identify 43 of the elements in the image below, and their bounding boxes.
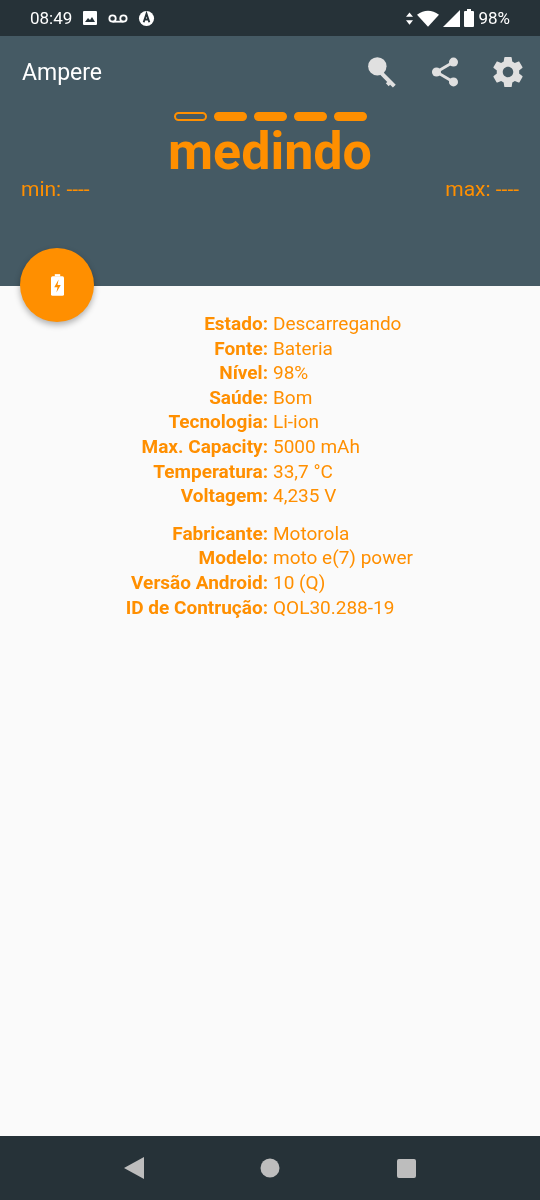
auto-icon (138, 9, 156, 27)
info-label: Saúde: (208, 385, 268, 411)
clock: 08:49 (30, 8, 73, 28)
info-label: Modelo: (197, 546, 268, 571)
settings-icon[interactable] (490, 54, 526, 90)
info-value: 5000 mAh (273, 434, 361, 460)
info-value: 98% (273, 361, 310, 386)
info-value: 33,7 °C (273, 459, 334, 485)
info-value: Descarregando (273, 312, 403, 337)
info-value: 10 (Q) (273, 570, 327, 596)
info-label: Fabricante: (171, 521, 268, 547)
info-label: Fonte: (213, 336, 268, 362)
min-reading: min: ---- (21, 177, 90, 201)
info-value: 4,235 V (273, 484, 338, 509)
voicemail-icon (108, 12, 129, 24)
battery-fab[interactable] (20, 248, 94, 322)
wifi-icon (417, 9, 440, 27)
info-value: Li-ion (273, 410, 321, 435)
measuring-status: medindo (168, 121, 372, 183)
image-icon (82, 10, 99, 26)
info-value: QOL30.288-19 (273, 595, 396, 621)
info-label: Estado: (203, 312, 268, 337)
recents-icon[interactable] (396, 1158, 416, 1178)
battery-percent: 98% (478, 8, 510, 28)
info-label: Voltagem: (179, 484, 268, 509)
info-label: ID de Contrução: (124, 595, 268, 621)
signal-icon (443, 9, 461, 27)
info-label: Tecnologia: (167, 410, 268, 435)
battery-icon (464, 9, 475, 27)
info-label: Versão Android: (130, 570, 268, 596)
back-icon[interactable] (124, 1157, 145, 1179)
app-title: Ampere (22, 58, 104, 86)
info-label: Temperatura: (152, 459, 268, 485)
info-label: Nível: (218, 361, 268, 386)
info-value: Bateria (273, 336, 334, 362)
home-icon[interactable] (260, 1158, 281, 1178)
max-reading: max: ---- (445, 177, 519, 201)
info-value: moto e(7) power (273, 546, 414, 571)
battery-charging-icon (50, 274, 64, 296)
info-value: Bom (273, 385, 314, 411)
info-label: Max. Capacity: (140, 434, 268, 460)
data-arrows-icon (406, 11, 414, 25)
info-value: Motorola (273, 521, 351, 547)
